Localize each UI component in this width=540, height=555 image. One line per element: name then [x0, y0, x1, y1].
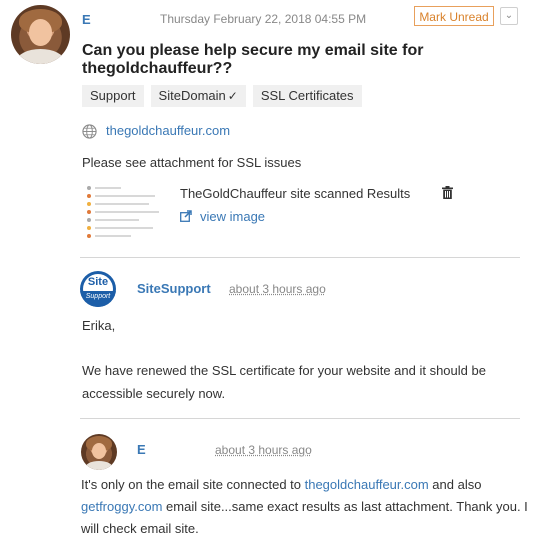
message-date: Thursday February 22, 2018 04:55 PM: [160, 12, 367, 26]
reply-author[interactable]: E: [137, 442, 146, 457]
message-menu-button[interactable]: ⌄: [500, 7, 518, 25]
sitesupport-logo: Site Support: [80, 271, 116, 307]
reply-author[interactable]: SiteSupport: [137, 281, 211, 296]
tag-list: Support SiteDomain ✓ SSL Certificates: [82, 85, 362, 107]
tag-label: SiteDomain: [158, 88, 226, 103]
author-name[interactable]: E: [82, 12, 91, 27]
trash-icon[interactable]: [442, 186, 453, 199]
website-link[interactable]: thegoldchauffeur.com: [106, 123, 230, 138]
reply-avatar: [81, 434, 117, 470]
tag-sitedomain[interactable]: SiteDomain ✓: [150, 85, 246, 107]
reply-timestamp: about 3 hours ago: [215, 443, 312, 457]
tag-ssl-certificates[interactable]: SSL Certificates: [252, 85, 362, 107]
reply-greeting: Erika,: [82, 318, 116, 333]
reply-text: It's only on the email site connected to: [81, 477, 305, 492]
getfroggy-link[interactable]: getfroggy.com: [81, 499, 162, 514]
checkmark-icon: ✓: [227, 89, 238, 103]
external-link-icon: [180, 210, 192, 222]
reply-divider: [80, 257, 520, 258]
tag-label: Support: [90, 88, 136, 103]
tag-support[interactable]: Support: [82, 85, 144, 107]
message-subject: Can you please help secure my email site…: [82, 42, 424, 77]
attachment-name: TheGoldChauffeur site scanned Results: [180, 186, 411, 201]
author-avatar: [11, 5, 70, 64]
reply-text: and also: [428, 477, 482, 492]
tag-label: SSL Certificates: [260, 88, 354, 103]
reply-body: It's only on the email site connected to…: [81, 474, 531, 540]
thegoldchauffeur-link[interactable]: thegoldchauffeur.com: [305, 477, 429, 492]
attachment-thumbnail[interactable]: [85, 182, 163, 240]
reply-timestamp: about 3 hours ago: [229, 282, 326, 296]
mark-unread-button[interactable]: Mark Unread: [414, 6, 494, 26]
reply-body: We have renewed the SSL certificate for …: [82, 363, 486, 401]
reply-divider: [80, 418, 520, 419]
chevron-down-icon: ⌄: [504, 10, 514, 21]
view-image-link[interactable]: view image: [200, 209, 265, 224]
globe-icon: [82, 124, 97, 139]
logo-text-top: Site: [87, 276, 109, 288]
message-body: Please see attachment for SSL issues: [82, 155, 302, 170]
logo-text-bottom: Support: [80, 291, 116, 307]
